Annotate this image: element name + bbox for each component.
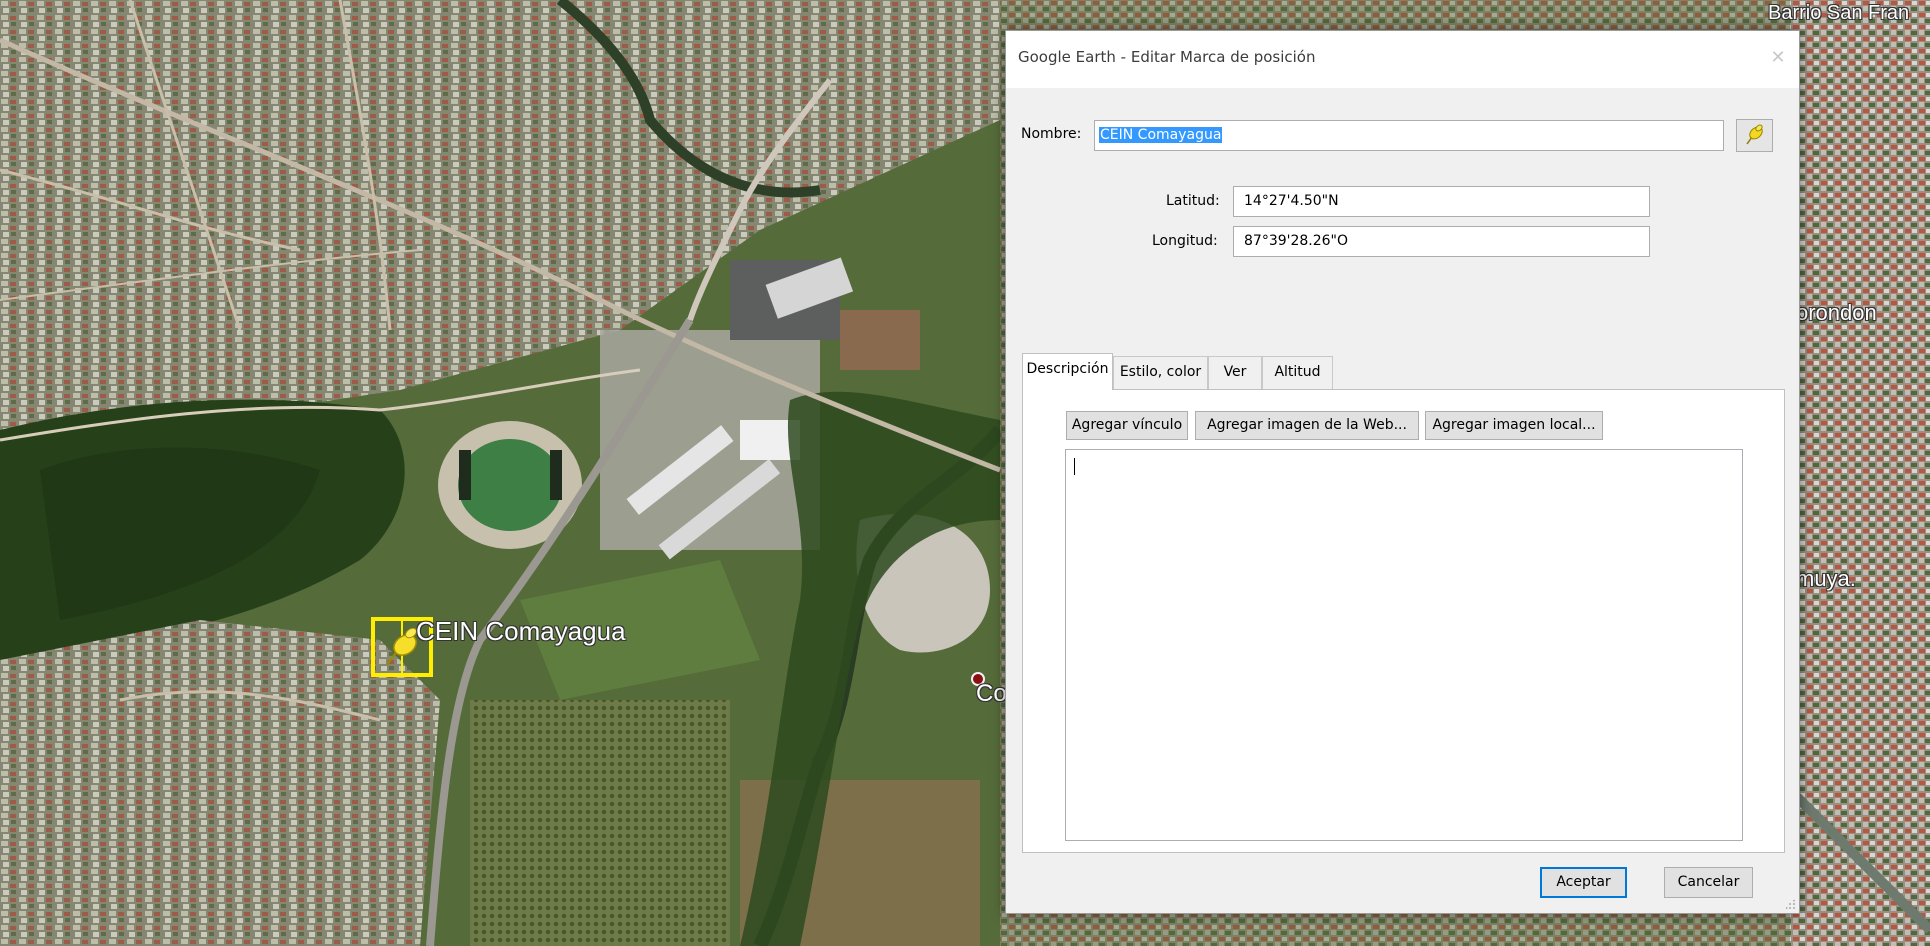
map-label-barrio: Barrio San Fran [1768,2,1910,24]
name-input[interactable]: CEIN Comayagua [1094,120,1724,151]
close-icon[interactable]: ✕ [1765,45,1791,71]
longitude-label: Longitud: [1152,233,1218,249]
longitude-input[interactable]: 87°39'28.26"O [1233,226,1650,257]
dialog-title: Google Earth - Editar Marca de posición [1018,48,1316,66]
text-caret [1074,458,1075,475]
edit-placemark-dialog: Google Earth - Editar Marca de posición … [1005,30,1800,914]
pushpin-icon [1746,124,1763,145]
map-label-muya: muya. [1796,566,1856,591]
accept-button[interactable]: Aceptar [1540,867,1627,898]
latitude-label: Latitud: [1166,193,1220,209]
latitude-input[interactable]: 14°27'4.50"N [1233,186,1650,217]
placemark-label[interactable]: CEIN Comayagua [416,616,626,647]
name-label: Nombre: [1021,126,1082,142]
dialog-titlebar[interactable]: Google Earth - Editar Marca de posición … [1006,31,1799,88]
tab-ver[interactable]: Ver [1208,356,1262,389]
latitude-value: 14°27'4.50"N [1244,193,1339,209]
add-local-image-button[interactable]: Agregar imagen local... [1425,411,1603,440]
placemark-icon-button[interactable] [1736,119,1773,152]
longitude-value: 87°39'28.26"O [1244,233,1349,249]
map-label-torondon: orondon [1796,300,1877,325]
resize-grip-icon[interactable] [1786,900,1796,910]
add-link-button[interactable]: Agregar vínculo [1066,411,1188,440]
tab-descripcion[interactable]: Descripción [1022,353,1113,390]
add-web-image-button[interactable]: Agregar imagen de la Web... [1195,411,1419,440]
tab-estilo-color[interactable]: Estilo, color [1113,356,1208,389]
name-input-value: CEIN Comayagua [1099,127,1223,143]
tab-altitud[interactable]: Altitud [1262,356,1333,389]
description-textarea[interactable] [1065,449,1743,841]
map-label-co: Co [976,680,1007,707]
cancel-button[interactable]: Cancelar [1664,867,1753,898]
